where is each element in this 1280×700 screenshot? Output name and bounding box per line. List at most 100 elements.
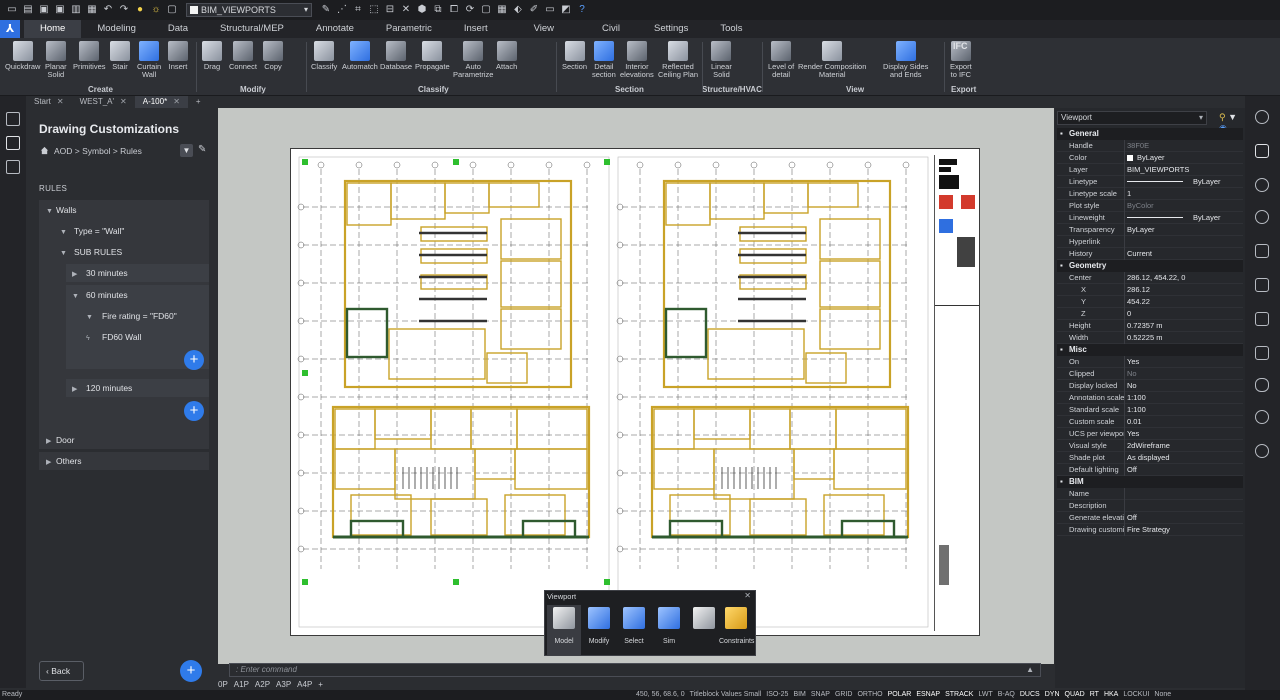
add-sub-rule-button[interactable]: + <box>184 350 204 370</box>
property-row[interactable]: Shade plot As displayed <box>1057 452 1243 464</box>
drawing-canvas[interactable] <box>218 108 1054 664</box>
tab-parametric[interactable]: Parametric <box>370 20 448 38</box>
collapse-icon[interactable]: ▪ <box>1060 128 1063 140</box>
quad-select-button[interactable]: Select <box>617 605 651 645</box>
property-row[interactable]: Lineweight ByLayer <box>1057 212 1243 224</box>
property-row[interactable]: Center 286.12, 454.22, 0 <box>1057 272 1243 284</box>
ribbon-button-1[interactable]: Quickdraw <box>5 41 40 71</box>
entity-type-dropdown[interactable]: Viewport ▾ <box>1057 111 1207 125</box>
collapse-icon[interactable]: ▪ <box>1060 260 1063 272</box>
measure-icon[interactable]: ⊟ <box>384 4 396 16</box>
copy-icon[interactable]: ⧠ <box>448 4 460 16</box>
doc-tab-a100[interactable]: A-100* ✕ <box>134 96 188 108</box>
status-toggle[interactable]: LOCKUI <box>1123 690 1149 700</box>
bulb-icon[interactable] <box>1255 110 1269 124</box>
grid-icon[interactable] <box>1255 244 1269 258</box>
ribbon-button-5[interactable]: Curtain Wall <box>137 41 161 79</box>
property-row[interactable]: Y 454.22 <box>1057 296 1243 308</box>
ribbon-button-8[interactable]: Connect <box>229 41 257 71</box>
ribbon-button-4[interactable]: Stair <box>110 41 130 71</box>
ribbon-button-11[interactable]: Automatch <box>342 41 378 71</box>
camera-icon[interactable]: ▭ <box>544 4 556 16</box>
quad-model-button[interactable]: Model <box>547 605 581 655</box>
rotate-icon[interactable] <box>1255 210 1269 224</box>
ribbon-button-12[interactable]: Database <box>380 41 412 71</box>
status-toggle[interactable]: BIM <box>793 690 805 700</box>
close-icon[interactable]: ✕ <box>744 591 751 600</box>
status-toggle[interactable]: RT <box>1090 690 1099 700</box>
status-toggle[interactable]: DUCS <box>1020 690 1040 700</box>
snap-icon[interactable]: ⋰ <box>336 4 348 16</box>
property-row[interactable]: Z0 <box>1057 308 1243 320</box>
property-row[interactable]: Custom scale 0.01 <box>1057 416 1243 428</box>
layer-lock-icon[interactable]: ▢ <box>166 4 178 16</box>
tab-annotate[interactable]: Annotate <box>300 20 370 38</box>
transform-icon[interactable]: ✕ <box>400 4 412 16</box>
sub-rules-header[interactable]: ▼ SUB RULES <box>60 242 122 262</box>
chevron-up-icon[interactable]: ▲ <box>1026 664 1034 676</box>
quad-constraints-button[interactable]: Constraints <box>719 605 754 645</box>
property-row[interactable]: Display locked No <box>1057 380 1243 392</box>
render-icon[interactable]: ◩ <box>560 4 572 16</box>
collapse-icon[interactable]: ▪ <box>1060 476 1063 488</box>
property-row[interactable]: Clipped No <box>1057 368 1243 380</box>
paint-icon[interactable]: ⬖ <box>512 4 524 16</box>
ribbon-button-18[interactable]: Interior elevations <box>620 41 654 79</box>
property-row[interactable]: Hyperlink <box>1057 236 1243 248</box>
viewport-grip[interactable] <box>604 159 610 165</box>
ribbon-button-9[interactable]: Copy <box>263 41 283 71</box>
tab-data[interactable]: Data <box>152 20 204 38</box>
attach-icon[interactable] <box>1255 378 1269 392</box>
quad-modify-button[interactable]: Modify <box>582 605 616 645</box>
viewport-grip[interactable] <box>604 579 610 585</box>
collapse-icon[interactable]: ▪ <box>1060 344 1063 356</box>
property-row[interactable]: Default lighting Off <box>1057 464 1243 476</box>
undo-icon[interactable]: ↶ <box>102 4 114 16</box>
status-toggle[interactable]: B-AQ <box>998 690 1015 700</box>
tab-tools[interactable]: Tools <box>704 20 758 38</box>
status-toggle[interactable]: POLAR <box>888 690 912 700</box>
properties-icon[interactable] <box>1255 144 1269 158</box>
property-row[interactable]: Name <box>1057 488 1243 500</box>
property-row[interactable]: History Current <box>1057 248 1243 260</box>
back-button[interactable]: ‹ Back <box>39 661 84 681</box>
property-row[interactable]: Width 0.52225 m <box>1057 332 1243 344</box>
tab-modeling[interactable]: Modeling <box>81 20 152 38</box>
rule-others[interactable]: ▶ Others <box>46 451 82 471</box>
property-section-bim[interactable]: ▪ BIM <box>1057 476 1243 488</box>
brush-icon[interactable]: ✐ <box>528 4 540 16</box>
property-row[interactable]: Drawing customi Fire Strategy <box>1057 524 1243 536</box>
layer-dropdown[interactable]: BIM_VIEWPORTS ▾ <box>186 3 312 17</box>
doc-tab-west[interactable]: WEST_A' ✕ <box>72 96 135 108</box>
sub-rule-30-minutes[interactable]: ▶ 30 minutes <box>72 263 128 283</box>
ribbon-button-17[interactable]: Detail section <box>592 41 616 79</box>
property-row[interactable]: Layer BIM_VIEWPORTS <box>1057 164 1243 176</box>
close-icon[interactable]: ✕ <box>173 97 180 106</box>
breadcrumb[interactable]: AOD > Symbol > Rules <box>54 146 142 156</box>
ribbon-button-10[interactable]: Classify <box>311 41 337 71</box>
doc-tab-start[interactable]: Start ✕ <box>26 96 72 108</box>
tab-view[interactable]: View <box>504 20 584 38</box>
help-icon[interactable]: ? <box>576 4 588 16</box>
property-section-geometry[interactable]: ▪ Geometry <box>1057 260 1243 272</box>
save-as-icon[interactable]: ▣ <box>54 4 66 16</box>
rule-type-condition[interactable]: ▼ Type = "Wall" <box>60 221 124 241</box>
status-toggle[interactable]: ESNAP <box>916 690 940 700</box>
ribbon-button-13[interactable]: Propagate <box>415 41 450 71</box>
save-icon[interactable]: ▣ <box>38 4 50 16</box>
open-file-icon[interactable]: ▤ <box>22 4 34 16</box>
grid-icon[interactable]: ⌗ <box>352 4 364 16</box>
redo-icon[interactable]: ↷ <box>118 4 130 16</box>
add-button[interactable]: + <box>180 660 202 682</box>
property-row[interactable]: On Yes <box>1057 356 1243 368</box>
tab-home[interactable]: Home <box>24 20 82 38</box>
ribbon-button-22[interactable]: Render Composition Material <box>798 41 866 79</box>
filter-icon[interactable]: ▼ <box>180 144 193 157</box>
ribbon-button-14[interactable]: Auto Parametrize <box>453 41 493 79</box>
balloon-icon[interactable] <box>1255 178 1269 192</box>
sub-rule-60-minutes[interactable]: ▼ 60 minutes <box>72 285 128 305</box>
layers-icon[interactable]: ⧉ <box>432 4 444 16</box>
box-icon[interactable]: ▢ <box>480 4 492 16</box>
ribbon-button-7[interactable]: Drag <box>202 41 222 71</box>
status-toggle[interactable]: HKA <box>1104 690 1118 700</box>
